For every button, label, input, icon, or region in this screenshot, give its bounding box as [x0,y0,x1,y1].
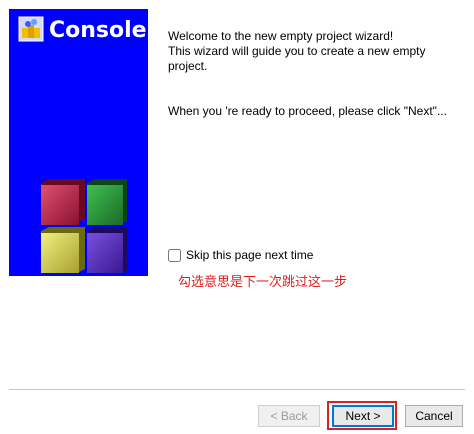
intro-proceed: When you 're ready to proceed, please cl… [168,104,447,118]
footer-divider [9,389,465,390]
codeblocks-logo-icon [18,16,44,42]
intro-text: Welcome to the new empty project wizard!… [168,14,458,149]
skip-page-checkbox-row[interactable]: Skip this page next time [168,248,313,262]
cubes-logo [41,179,127,273]
cancel-button[interactable]: Cancel [405,405,463,427]
next-button-highlight [327,401,397,430]
skip-page-checkbox[interactable] [168,248,181,262]
annotation-text: 勾选意思是下一次跳过这一步 [178,275,348,290]
skip-page-label: Skip this page next time [186,248,314,262]
intro-welcome: Welcome to the new empty project wizard!… [168,29,426,73]
back-button[interactable]: < Back [258,405,320,427]
banner-title: Console [49,18,147,43]
wizard-banner: Console [9,9,148,276]
